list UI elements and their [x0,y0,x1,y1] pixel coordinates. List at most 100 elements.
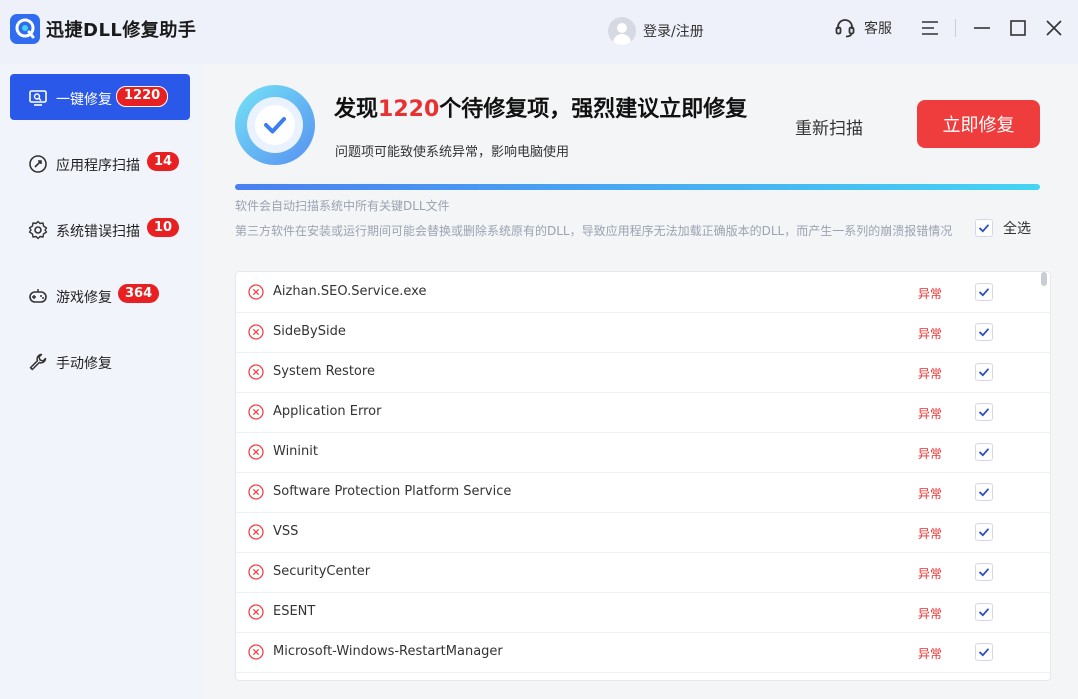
customer-service-label: 客服 [864,21,892,37]
issue-list: Aizhan.SEO.Service.exe 异常 SideBySide 异常 Syst… [235,271,1051,681]
item-name: Aizhan.SEO.Service.exe [273,284,427,299]
sidebar-item-label: 游戏修复 [56,290,112,306]
scan-progress-bar [235,184,1040,190]
checkmark-icon [978,608,990,617]
sidebar-item-label: 应用程序扫描 [56,158,140,174]
sidebar-item-label: 手动修复 [56,356,112,372]
sidebar-item-app-scan[interactable]: 应用程序扫描 14 [10,140,190,186]
main-panel: 发现1220个待修复项，强烈建议立即修复 问题项可能致使系统异常，影响电脑使用 … [204,64,1078,699]
repair-now-button[interactable]: 立即修复 [917,100,1040,148]
sidebar-item-label: 系统错误扫描 [56,224,140,240]
status-label: 异常 [918,647,943,661]
count-badge: 364 [118,284,160,303]
app-logo-icon [10,14,40,44]
table-row[interactable]: System Restore 异常 [236,352,1050,393]
status-label: 异常 [918,447,943,461]
app-title: 迅捷DLL修复助手 [46,20,197,41]
list-scrollbar[interactable] [1041,272,1047,286]
maximize-icon[interactable] [1007,17,1029,39]
row-checkbox[interactable] [975,523,993,541]
table-row[interactable]: Wininit 异常 [236,432,1050,473]
titlebar-divider [955,19,956,37]
headline-suffix: 个待修复项，强烈建议立即修复 [439,97,748,122]
table-row[interactable]: Application Error 异常 [236,392,1050,433]
shield-check-icon [235,85,315,165]
count-badge: 1220 [116,86,169,107]
item-name: SideBySide [273,324,346,339]
status-label: 异常 [918,527,943,541]
close-icon[interactable] [1043,17,1065,39]
table-row[interactable]: VSS 异常 [236,512,1050,553]
login-button[interactable]: 登录/注册 [608,16,704,46]
status-label: 异常 [918,327,943,341]
row-checkbox[interactable] [975,323,993,341]
select-all-checkbox[interactable]: 全选 [975,218,1031,238]
sidebar-item-one-click-repair[interactable]: 一键修复 1220 [10,74,190,120]
row-checkbox[interactable] [975,563,993,581]
row-checkbox[interactable] [975,363,993,381]
checkmark-icon [978,288,990,297]
table-row[interactable]: SecurityCenter 异常 [236,552,1050,593]
login-label: 登录/注册 [643,24,704,40]
status-label: 异常 [918,287,943,301]
item-name: Application Error [273,404,382,419]
table-row[interactable]: Aizhan.SEO.Service.exe 异常 [236,272,1050,313]
info-note: 第三方软件在安装或运行期间可能会替换或删除系统原有的DLL，导致应用程序无法加载… [235,224,953,238]
checkmark-icon [978,568,990,577]
count-badge: 14 [147,152,180,171]
status-label: 异常 [918,407,943,421]
error-icon [248,364,264,380]
page-subtitle: 问题项可能致使系统异常，影响电脑使用 [335,145,570,160]
monitor-icon [29,90,47,106]
error-icon [248,324,264,340]
table-row[interactable]: Microsoft-Windows-RestartManager 异常 [236,632,1050,673]
row-checkbox[interactable] [975,443,993,461]
sidebar-item-system-error-scan[interactable]: 系统错误扫描 10 [10,206,190,252]
row-checkbox[interactable] [975,283,993,301]
checkmark-icon [978,368,990,377]
row-checkbox[interactable] [975,603,993,621]
wrench-icon [29,353,47,371]
scan-progress-fill [235,184,1040,190]
status-label: 异常 [918,607,943,621]
error-icon [248,564,264,580]
sidebar-item-game-repair[interactable]: 游戏修复 364 [10,272,190,318]
item-name: VSS [273,524,299,539]
customer-service-button[interactable]: 客服 [834,17,892,39]
rescan-button[interactable]: 重新扫描 [795,114,863,139]
checkmark-icon [978,488,990,497]
checkmark-icon [978,528,990,537]
menu-icon[interactable] [919,17,941,39]
table-row[interactable]: SideBySide 异常 [236,312,1050,353]
gear-icon [28,220,48,240]
minimize-icon[interactable] [971,17,993,39]
checkmark-icon [978,224,990,233]
sidebar-item-manual-repair[interactable]: 手动修复 [10,338,190,384]
item-name: Microsoft-Windows-RestartManager [273,644,503,659]
table-row[interactable]: ESENT 异常 [236,592,1050,633]
table-row[interactable]: Software Protection Platform Service 异常 [236,472,1050,513]
row-checkbox[interactable] [975,483,993,501]
status-label: 异常 [918,367,943,381]
error-icon [248,444,264,460]
item-name: SecurityCenter [273,564,371,579]
error-icon [248,404,264,420]
status-label: 异常 [918,567,943,581]
avatar-icon [608,17,636,45]
sidebar: 一键修复 1220 应用程序扫描 14 系统错误扫描 10 游戏修复 364 手… [0,64,204,699]
checkmark-icon [978,328,990,337]
checkmark-icon [978,408,990,417]
headline-prefix: 发现 [334,97,379,122]
gamepad-icon [29,289,47,303]
count-badge: 10 [147,218,180,237]
row-checkbox[interactable] [975,643,993,661]
row-checkbox[interactable] [975,403,993,421]
item-name: Software Protection Platform Service [273,484,512,499]
checkbox[interactable] [975,219,993,237]
checkmark-icon [978,648,990,657]
item-name: Wininit [273,444,318,459]
error-icon [248,484,264,500]
checkmark-icon [978,448,990,457]
page-title: 发现1220个待修复项，强烈建议立即修复 [334,91,747,123]
item-name: System Restore [273,364,375,379]
